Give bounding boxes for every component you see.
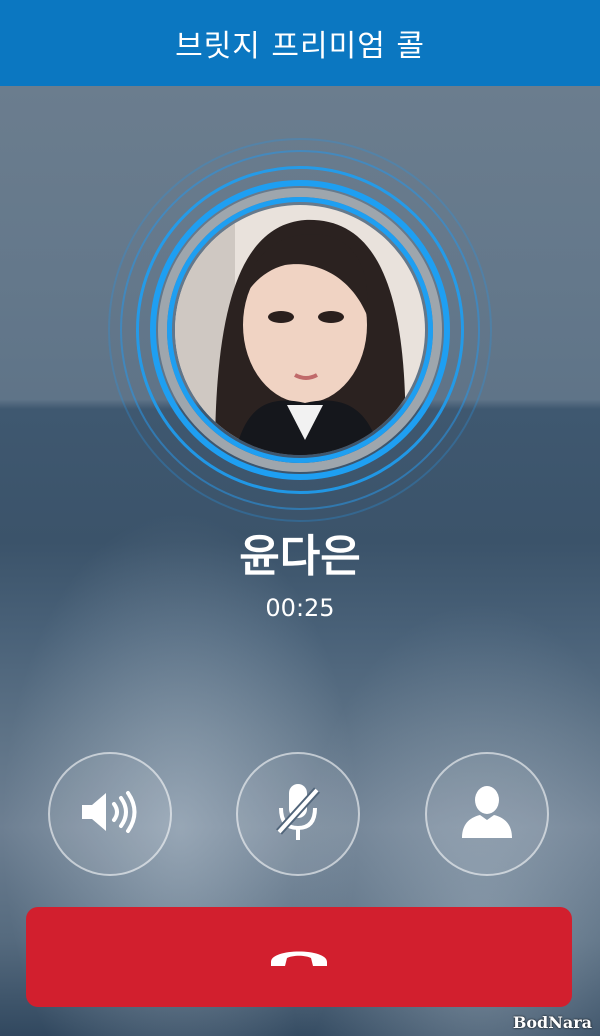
person-icon <box>460 784 514 844</box>
caller-avatar <box>175 205 425 455</box>
speaker-icon <box>78 788 142 840</box>
call-duration: 00:25 <box>265 594 335 622</box>
title-bar: 브릿지 프리미엄 콜 <box>0 0 600 86</box>
watermark: BodNara <box>512 1013 592 1032</box>
contact-button[interactable] <box>425 752 549 876</box>
caller-name: 윤다은 <box>239 531 361 582</box>
phone-hangup-icon <box>267 940 331 974</box>
app-title: 브릿지 프리미엄 콜 <box>175 29 425 64</box>
speaker-button[interactable] <box>48 752 172 876</box>
mic-off-icon <box>273 780 323 848</box>
mute-button[interactable] <box>236 752 360 876</box>
end-call-button[interactable] <box>26 907 572 1007</box>
